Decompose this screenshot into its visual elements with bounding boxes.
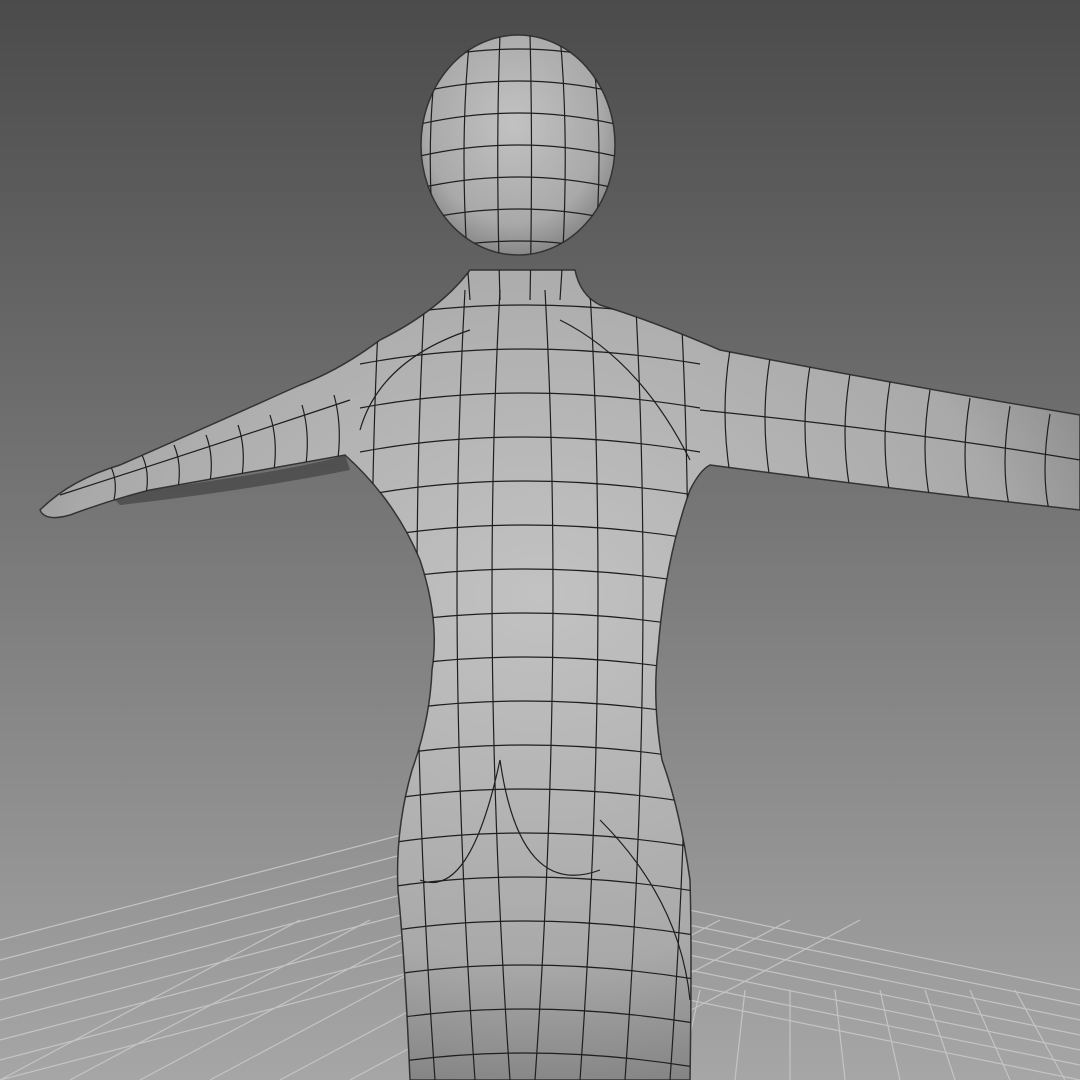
3d-viewport[interactable]: [0, 0, 1080, 1080]
viewport-canvas[interactable]: [0, 0, 1080, 1080]
